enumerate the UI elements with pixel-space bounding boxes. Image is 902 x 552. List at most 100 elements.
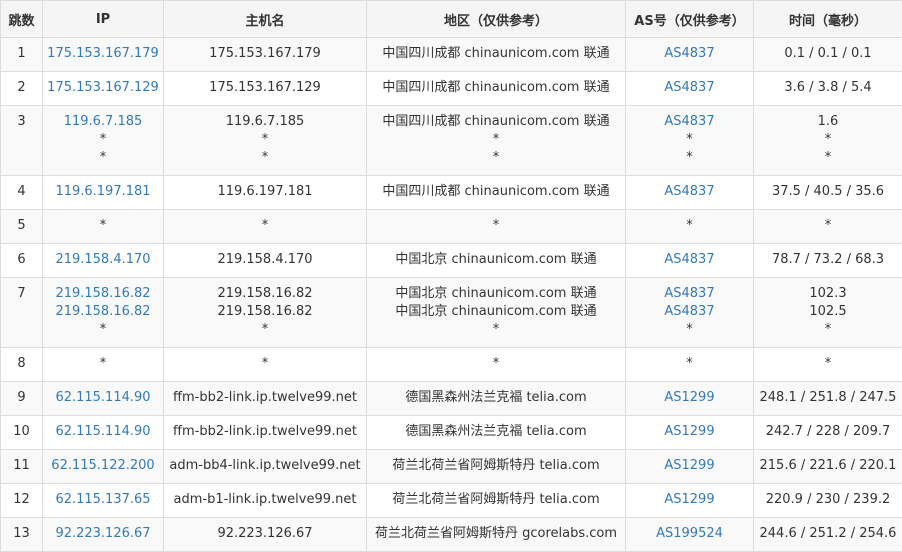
ip-link[interactable]: 219.158.16.82 (43, 303, 163, 321)
time-star: * (754, 321, 902, 339)
loc-value: 中国四川成都 chinaunicom.com 联通 (367, 79, 625, 97)
hop-cell: 12 (1, 484, 43, 518)
ip-link[interactable]: 62.115.114.90 (43, 423, 163, 441)
time-cell: * (754, 210, 902, 244)
host-value: ffm-bb2-link.ip.twelve99.net (164, 389, 366, 407)
loc-value: 中国四川成都 chinaunicom.com 联通 (367, 45, 625, 63)
ip-cell: 92.223.126.67 (43, 518, 164, 552)
host-value: 119.6.197.181 (164, 183, 366, 201)
host-value: adm-b1-link.ip.twelve99.net (164, 491, 366, 509)
loc-star: * (367, 149, 625, 167)
host-value: 175.153.167.129 (164, 79, 366, 97)
as-link[interactable]: AS1299 (626, 389, 753, 407)
time-star: * (754, 355, 902, 373)
time-cell: 102.3102.5* (754, 278, 902, 348)
hop-number: 3 (1, 113, 42, 131)
as-link[interactable]: AS4837 (626, 285, 753, 303)
ip-cell: 62.115.122.200 (43, 450, 164, 484)
hostname-cell: * (164, 348, 367, 382)
time-cell: 3.6 / 3.8 / 5.4 (754, 72, 902, 106)
host-star: * (164, 217, 366, 235)
host-value: 219.158.4.170 (164, 251, 366, 269)
host-star: * (164, 321, 366, 339)
location-cell: * (367, 348, 626, 382)
loc-value: 中国北京 chinaunicom.com 联通 (367, 285, 625, 303)
as-link[interactable]: AS1299 (626, 423, 753, 441)
as-link[interactable]: AS4837 (626, 183, 753, 201)
host-star: * (164, 131, 366, 149)
ip-link[interactable]: 92.223.126.67 (43, 525, 163, 543)
table-row: 6219.158.4.170219.158.4.170中国北京 chinauni… (1, 244, 902, 278)
hop-cell: 1 (1, 38, 43, 72)
table-row: 3119.6.7.185**119.6.7.185**中国四川成都 chinau… (1, 106, 902, 176)
time-cell: 248.1 / 251.8 / 247.5 (754, 382, 902, 416)
hop-cell: 3 (1, 106, 43, 176)
hop-number: 4 (1, 183, 42, 201)
as-link[interactable]: AS1299 (626, 457, 753, 475)
time-value: 3.6 / 3.8 / 5.4 (754, 79, 902, 97)
as-link[interactable]: AS4837 (626, 45, 753, 63)
table-row: 1162.115.122.200adm-bb4-link.ip.twelve99… (1, 450, 902, 484)
loc-value: 德国黑森州法兰克福 telia.com (367, 423, 625, 441)
as-link[interactable]: AS4837 (626, 79, 753, 97)
as-link[interactable]: AS199524 (626, 525, 753, 543)
time-value: 0.1 / 0.1 / 0.1 (754, 45, 902, 63)
hop-number: 2 (1, 79, 42, 97)
ip-cell: 119.6.7.185** (43, 106, 164, 176)
ip-link[interactable]: 219.158.4.170 (43, 251, 163, 269)
hostname-cell: 92.223.126.67 (164, 518, 367, 552)
location-cell: 中国北京 chinaunicom.com 联通中国北京 chinaunicom.… (367, 278, 626, 348)
hostname-cell: 175.153.167.179 (164, 38, 367, 72)
table-row: 1262.115.137.65adm-b1-link.ip.twelve99.n… (1, 484, 902, 518)
time-cell: 78.7 / 73.2 / 68.3 (754, 244, 902, 278)
ip-star: * (43, 131, 163, 149)
ip-link[interactable]: 175.153.167.179 (43, 45, 163, 63)
table-row: 7219.158.16.82219.158.16.82*219.158.16.8… (1, 278, 902, 348)
time-cell: 1.6** (754, 106, 902, 176)
hop-number: 6 (1, 251, 42, 269)
asn-cell: AS1299 (626, 484, 754, 518)
hostname-cell: ffm-bb2-link.ip.twelve99.net (164, 416, 367, 450)
ip-link[interactable]: 62.115.137.65 (43, 491, 163, 509)
ip-cell: * (43, 348, 164, 382)
time-value: 215.6 / 221.6 / 220.1 (754, 457, 902, 475)
location-cell: 德国黑森州法兰克福 telia.com (367, 382, 626, 416)
header-asn: AS号（仅供参考） (626, 1, 754, 38)
ip-link[interactable]: 175.153.167.129 (43, 79, 163, 97)
asn-cell: * (626, 348, 754, 382)
location-cell: 中国四川成都 chinaunicom.com 联通 (367, 72, 626, 106)
time-cell: 242.7 / 228 / 209.7 (754, 416, 902, 450)
ip-link[interactable]: 219.158.16.82 (43, 285, 163, 303)
as-star: * (626, 217, 753, 235)
loc-value: 德国黑森州法兰克福 telia.com (367, 389, 625, 407)
hostname-cell: 119.6.197.181 (164, 176, 367, 210)
traceroute-table: 跳数 IP 主机名 地区（仅供参考） AS号（仅供参考） 时间（毫秒） 1175… (0, 0, 902, 552)
asn-cell: AS4837 (626, 38, 754, 72)
hop-cell: 9 (1, 382, 43, 416)
ip-star: * (43, 149, 163, 167)
header-time: 时间（毫秒） (754, 1, 902, 38)
host-value: adm-bb4-link.ip.twelve99.net (164, 457, 366, 475)
loc-value: 荷兰北荷兰省阿姆斯特丹 telia.com (367, 457, 625, 475)
time-value: 220.9 / 230 / 239.2 (754, 491, 902, 509)
hostname-cell: 119.6.7.185** (164, 106, 367, 176)
as-star: * (626, 321, 753, 339)
ip-link[interactable]: 62.115.114.90 (43, 389, 163, 407)
time-cell: 215.6 / 221.6 / 220.1 (754, 450, 902, 484)
time-value: 242.7 / 228 / 209.7 (754, 423, 902, 441)
as-link[interactable]: AS4837 (626, 113, 753, 131)
time-value: 37.5 / 40.5 / 35.6 (754, 183, 902, 201)
ip-link[interactable]: 119.6.197.181 (43, 183, 163, 201)
as-link[interactable]: AS1299 (626, 491, 753, 509)
host-value: 175.153.167.179 (164, 45, 366, 63)
ip-star: * (43, 355, 163, 373)
hop-cell: 13 (1, 518, 43, 552)
time-star: * (754, 217, 902, 235)
loc-star: * (367, 131, 625, 149)
ip-link[interactable]: 62.115.122.200 (43, 457, 163, 475)
as-link[interactable]: AS4837 (626, 251, 753, 269)
hop-number: 9 (1, 389, 42, 407)
ip-link[interactable]: 119.6.7.185 (43, 113, 163, 131)
as-link[interactable]: AS4837 (626, 303, 753, 321)
asn-cell: AS4837AS4837* (626, 278, 754, 348)
